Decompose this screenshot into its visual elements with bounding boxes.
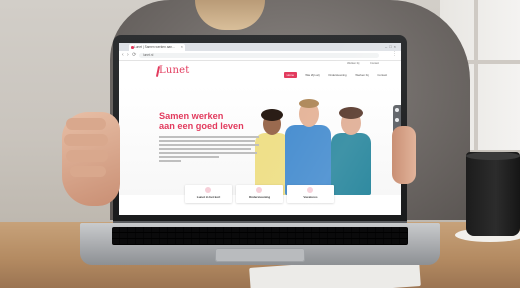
hair bbox=[339, 107, 363, 119]
main-navigation: Home Wie Zijn wij Ondersteuning Werken b… bbox=[276, 72, 387, 78]
teal-jacket bbox=[331, 133, 371, 195]
card-label: Vacatures bbox=[303, 195, 318, 199]
body-text-line bbox=[159, 156, 219, 158]
body-text-line bbox=[159, 140, 255, 142]
top-link[interactable]: Contact bbox=[370, 62, 379, 65]
nav-item-wie-zijn-wij[interactable]: Wie Zijn wij bbox=[305, 73, 319, 77]
card-lunet-in-het-kort[interactable]: Lunet in het kort bbox=[185, 185, 232, 203]
card-ondersteuning[interactable]: Ondersteuning bbox=[236, 185, 283, 203]
nav-item-werken-bij[interactable]: Werken bij bbox=[355, 73, 368, 77]
url-input[interactable]: lunet.nl bbox=[139, 52, 379, 58]
body-text-line bbox=[159, 160, 181, 162]
card-label: Ondersteuning bbox=[248, 195, 271, 199]
website: Werken bij Contact Lunet Home Wie Zijn w… bbox=[119, 61, 401, 215]
close-tab-icon[interactable]: × bbox=[181, 44, 183, 49]
finger bbox=[64, 134, 108, 146]
browser-tab[interactable]: Lunet | Samen werken aan... × bbox=[129, 44, 185, 51]
top-links: Werken bij Contact bbox=[337, 62, 379, 65]
browser-addressbar: ‹ › ⟳ lunet.nl ⋮ bbox=[119, 51, 401, 61]
briefcase-icon bbox=[307, 187, 313, 193]
nav-item-ondersteuning[interactable]: Ondersteuning bbox=[328, 73, 346, 77]
body-text-line bbox=[159, 148, 251, 150]
body-text-line bbox=[159, 152, 257, 154]
widget-icon[interactable] bbox=[395, 118, 399, 122]
heading-line: Samen werken bbox=[159, 111, 224, 121]
hair bbox=[299, 99, 319, 108]
heart-icon bbox=[205, 187, 211, 193]
laptop-screen: Lunet | Samen werken aan... × –□× ‹ › ⟳ … bbox=[119, 43, 401, 215]
right-hand bbox=[392, 126, 416, 184]
window-controls[interactable]: –□× bbox=[385, 44, 398, 49]
widget-icon[interactable] bbox=[395, 108, 399, 112]
url-text: lunet.nl bbox=[143, 53, 154, 57]
navigation-arrows-icon[interactable]: ‹ › ⟳ bbox=[122, 52, 137, 58]
top-link[interactable]: Werken bij bbox=[347, 62, 359, 65]
nav-item-home[interactable]: Home bbox=[284, 72, 297, 78]
hero-heading: Samen werken aan een goed leven bbox=[159, 111, 269, 131]
site-logo[interactable]: Lunet bbox=[159, 65, 189, 76]
body-text-line bbox=[159, 144, 259, 146]
browser-menu-icon[interactable]: ⋮ bbox=[392, 51, 397, 57]
card-label: Lunet in het kort bbox=[196, 195, 221, 199]
finger bbox=[70, 166, 106, 177]
browser-tabbar: Lunet | Samen werken aan... × –□× bbox=[119, 43, 401, 51]
laptop-keyboard bbox=[112, 227, 408, 245]
laptop-trackpad bbox=[215, 248, 305, 262]
body-text-line bbox=[159, 136, 259, 138]
coffee-mug bbox=[466, 152, 520, 236]
card-vacatures[interactable]: Vacatures bbox=[287, 185, 334, 203]
hero-photo-people bbox=[255, 89, 385, 195]
finger bbox=[66, 150, 108, 162]
left-hand bbox=[62, 112, 120, 206]
hands-icon bbox=[256, 187, 262, 193]
photo-scene: Lunet | Samen werken aan... × –□× ‹ › ⟳ … bbox=[0, 0, 520, 288]
finger bbox=[66, 118, 106, 130]
heading-line: aan een goed leven bbox=[159, 121, 244, 131]
hero-section: Samen werken aan een goed leven bbox=[119, 85, 401, 195]
tab-title: Lunet | Samen werken aan... bbox=[134, 45, 175, 49]
nav-item-contact[interactable]: Contact bbox=[377, 73, 387, 77]
quick-cards: Lunet in het kort Ondersteuning Vacature… bbox=[185, 185, 335, 203]
